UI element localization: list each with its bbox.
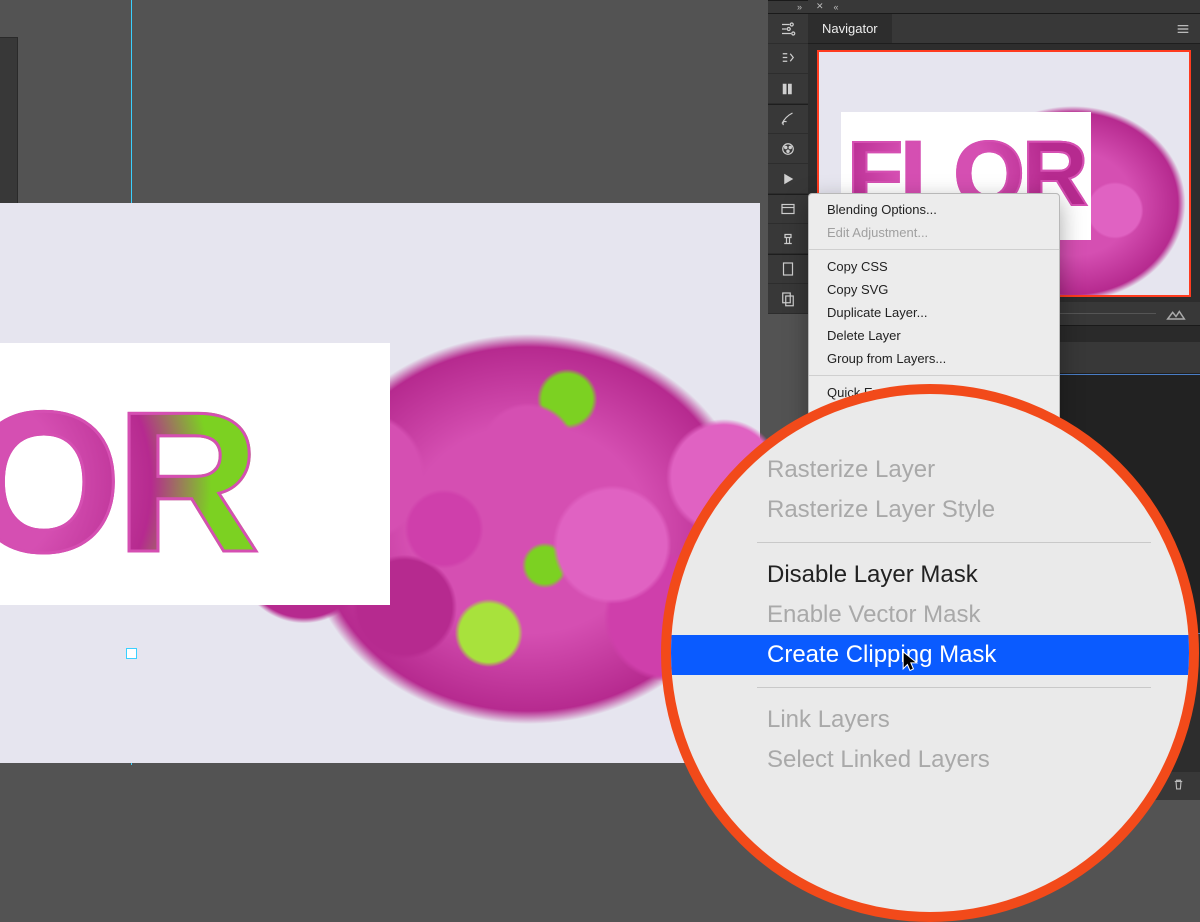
menu-blending-options[interactable]: Blending Options... [809,198,1059,221]
artwork-text-outline: LOR [0,383,254,583]
menu-group-from-layers[interactable]: Group from Layers... [809,347,1059,370]
layer-comps-icon[interactable] [768,284,808,314]
zoom-rasterize-style: Rasterize Layer Style [757,490,1151,530]
document-canvas[interactable]: LOR [0,203,760,763]
dock-collapse-bar[interactable]: » [768,0,808,14]
zoom-in-icon[interactable] [1166,307,1186,321]
cursor-pointer-icon [901,650,919,674]
collapse-icon[interactable]: « [834,2,839,12]
menu-separator [757,542,1151,543]
menu-separator [757,687,1151,688]
libraries-icon[interactable] [768,74,808,104]
delete-layer-icon[interactable] [1171,777,1186,795]
menu-separator [809,375,1059,376]
menu-duplicate-layer[interactable]: Duplicate Layer... [809,301,1059,324]
panel-menu-icon[interactable] [1166,14,1200,43]
selection-handle[interactable] [126,648,137,659]
zoom-callout: Rasterize Layer Rasterize Layer Style Di… [661,384,1199,922]
zoom-create-clipping-mask[interactable]: Create Clipping Mask [671,635,1199,675]
zoom-rasterize-layer: Rasterize Layer [757,450,1151,490]
brushes-icon[interactable] [768,104,808,134]
panel-top-bar[interactable]: ✕ « [808,0,1200,14]
menu-edit-adjustment: Edit Adjustment... [809,221,1059,244]
paragraph-styles-icon[interactable] [768,44,808,74]
panel-tab-bar: Navigator [808,14,1200,44]
zoom-enable-vector-mask: Enable Vector Mask [757,595,1151,635]
actions-icon[interactable] [768,164,808,194]
menu-copy-svg[interactable]: Copy SVG [809,278,1059,301]
close-icon[interactable]: ✕ [816,1,824,12]
clone-source-icon[interactable] [768,224,808,254]
history-icon[interactable] [768,194,808,224]
swatches-icon[interactable] [768,134,808,164]
menu-separator [809,249,1059,250]
zoom-disable-layer-mask[interactable]: Disable Layer Mask [757,555,1151,595]
adjustments-icon[interactable] [768,14,808,44]
menu-delete-layer[interactable]: Delete Layer [809,324,1059,347]
zoom-select-linked-layers: Select Linked Layers [757,740,1151,780]
properties-icon[interactable] [768,254,808,284]
dock-icon-column: » [768,0,808,340]
menu-copy-css[interactable]: Copy CSS [809,255,1059,278]
tab-navigator[interactable]: Navigator [808,14,892,43]
zoom-link-layers: Link Layers [757,700,1151,740]
